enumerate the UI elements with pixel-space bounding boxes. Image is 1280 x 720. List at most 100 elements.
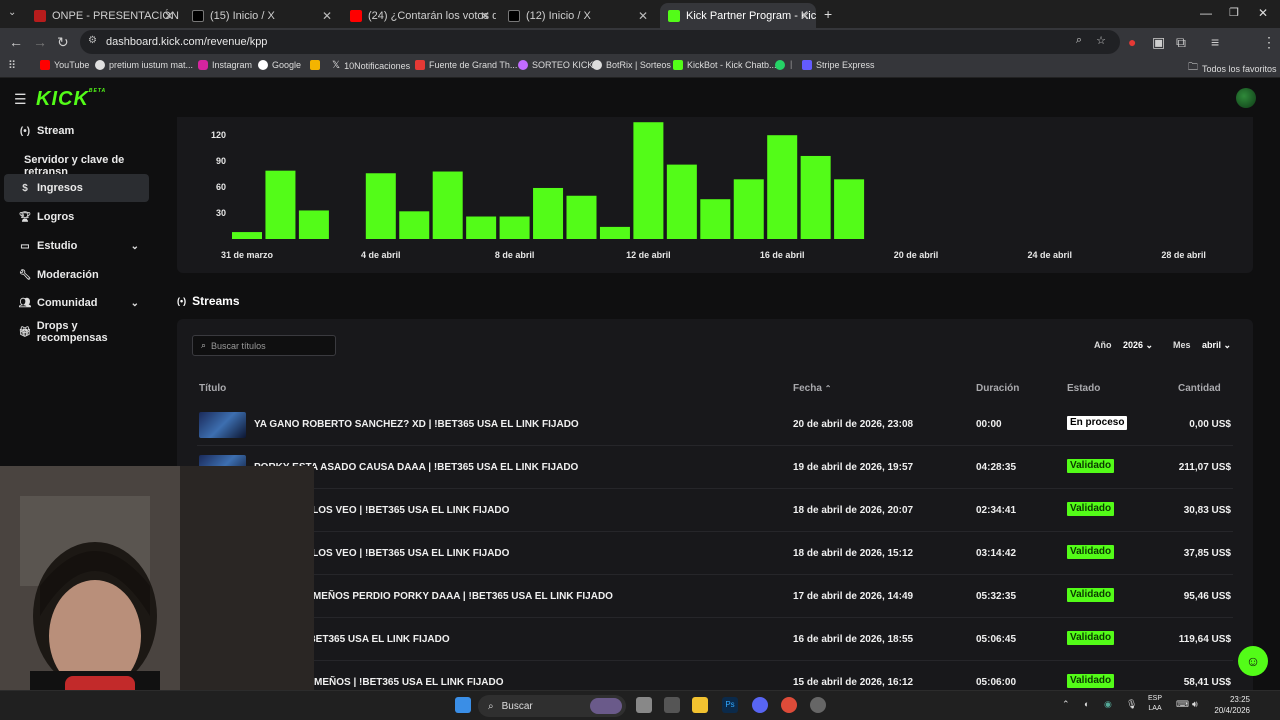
all-bookmarks-folder[interactable]: 🗀 Todos los favoritos (1188, 60, 1277, 77)
chevron-down-icon[interactable]: ⌄ (131, 298, 139, 309)
close-icon[interactable]: ✕ (322, 9, 332, 23)
chart-bar[interactable] (533, 187, 564, 239)
menu-icon[interactable]: ☰ (14, 91, 27, 108)
table-row[interactable]: LES VEO LEMEÑOS PERDIO PORKY DAAA | !BET… (197, 575, 1233, 618)
windows-start-icon[interactable] (455, 697, 471, 713)
new-tab-icon[interactable]: + (824, 6, 832, 22)
sidebar-item-logros[interactable]: 🏆︎ Logros (4, 203, 149, 231)
bookmark-stripe[interactable]: Stripe Express (802, 60, 875, 70)
tray-expand-icon[interactable]: ⌃ (1062, 699, 1070, 710)
language-indicator[interactable]: ESP LAA (1148, 694, 1162, 714)
chart-bar[interactable] (232, 232, 262, 239)
apps-grid-icon[interactable]: ⠿ (8, 59, 16, 72)
reload-icon[interactable]: ↻ (57, 34, 69, 51)
close-icon[interactable]: ✕ (638, 9, 648, 23)
sidebar-item-estudio[interactable]: ▭ Estudio ⌄ (4, 232, 149, 260)
help-chat-button[interactable]: ☺ (1238, 646, 1268, 676)
bookmark-google[interactable]: Google (258, 60, 301, 70)
taskbar-clock[interactable]: 23:25 20/4/2026 (1210, 694, 1250, 716)
sidebar-item-stream[interactable]: (•) Stream (4, 117, 149, 145)
sidebar-item-drops[interactable]: 🎁︎ Drops y recompensas (4, 318, 149, 346)
close-icon[interactable]: ✕ (800, 9, 810, 23)
chart-bar[interactable] (700, 199, 731, 239)
chart-bar[interactable] (298, 210, 329, 239)
bookmark-star-icon[interactable]: ☆ (1096, 34, 1106, 47)
bookmark-colorful-icon[interactable] (310, 60, 320, 70)
tab-x-2[interactable]: (12) Inicio / X ✕ (500, 3, 654, 28)
chart-bar[interactable] (633, 122, 664, 239)
extensions-puzzle-icon[interactable]: ⧉ (1176, 34, 1186, 51)
task-view-icon[interactable] (636, 697, 652, 713)
table-row[interactable]: SOSTADOS LOS VEO | !BET365 USA EL LINK F… (197, 489, 1233, 532)
whatsapp-icon[interactable] (775, 60, 785, 70)
tray-app-icon[interactable]: ◐ (1084, 699, 1089, 709)
bookmark-instagram[interactable]: Instagram (198, 60, 252, 70)
table-row[interactable]: LEMEÑO | !BET365 USA EL LINK FIJADO 16 de… (197, 618, 1233, 661)
zoom-icon[interactable]: ⌕ (1076, 34, 1082, 47)
chart-bar[interactable] (432, 171, 463, 239)
chart-bar[interactable] (566, 195, 597, 239)
photoshop-icon[interactable]: Ps (722, 697, 738, 713)
back-icon[interactable]: ← (9, 34, 23, 50)
bookmark-sorteo-kick[interactable]: SORTEO KICK (518, 60, 593, 70)
stream-thumbnail[interactable] (199, 412, 246, 438)
extension-icon[interactable]: ▣ (1152, 34, 1165, 51)
tab-search-icon[interactable]: ⌄ (8, 7, 16, 18)
bookmark-pretium[interactable]: pretium iustum mat... (95, 60, 193, 70)
kick-logo[interactable]: KICKBETA (36, 88, 106, 111)
close-window-icon[interactable]: ✕ (1258, 6, 1268, 20)
forward-icon[interactable]: → (33, 34, 47, 50)
microphone-icon[interactable]: 🎙︎ (1126, 699, 1137, 710)
restore-icon[interactable]: ❐ (1229, 6, 1239, 19)
user-avatar[interactable] (1236, 88, 1256, 108)
chart-bar[interactable] (834, 179, 865, 239)
address-bar[interactable]: ⚙ dashboard.kick.com/revenue/kpp ⌕ ☆ (80, 30, 1120, 54)
bookmark-botrix[interactable]: BotRix | Sorteos (592, 60, 671, 70)
sidebar-item-comunidad[interactable]: 👥︎ Comunidad ⌄ (4, 289, 149, 317)
column-date[interactable]: Fecha ⌃ (793, 383, 831, 394)
chart-bar[interactable] (265, 170, 296, 239)
bookmark-gta-fuente[interactable]: Fuente de Grand Th... (415, 60, 517, 70)
site-info-icon[interactable]: ⚙ (88, 35, 97, 46)
table-row[interactable]: SOSTADOS LOS VEO | !BET365 USA EL LINK F… (197, 532, 1233, 575)
extension-record-icon[interactable]: ● (1128, 34, 1136, 50)
file-explorer-icon[interactable] (692, 697, 708, 713)
network-icon[interactable]: ⌨ (1176, 699, 1189, 710)
stream-title[interactable]: YA GANO ROBERTO SANCHEZ? XD | !BET365 US… (254, 419, 579, 430)
year-select[interactable]: 2026 ⌄ (1123, 340, 1153, 351)
tab-x-1[interactable]: (15) Inicio / X ✕ (184, 3, 338, 28)
app-icon[interactable] (664, 697, 680, 713)
column-title[interactable]: Título (199, 383, 226, 394)
column-status[interactable]: Estado (1067, 383, 1100, 394)
tray-app-icon[interactable]: ◉ (1104, 699, 1112, 710)
chart-bar[interactable] (499, 216, 530, 239)
chart-bar[interactable] (666, 164, 697, 239)
tab-onpe[interactable]: ONPE - PRESENTACIÓN DE RES ✕ (26, 3, 180, 28)
column-duration[interactable]: Duración (976, 383, 1019, 394)
chevron-down-icon[interactable]: ⌄ (131, 241, 139, 252)
chart-bar[interactable] (800, 155, 831, 239)
sidebar-item-moderacion[interactable]: 🔧︎ Moderación (4, 261, 149, 289)
chart-bar[interactable] (599, 226, 630, 239)
minimize-icon[interactable]: — (1200, 6, 1212, 20)
chart-bar[interactable] (466, 216, 497, 239)
bookmark-10notificaciones[interactable]: 𝕏 10Notificaciones (332, 60, 410, 71)
close-icon[interactable]: ✕ (164, 9, 174, 23)
discord-icon[interactable] (752, 697, 768, 713)
bookmark-youtube[interactable]: YouTube (40, 60, 89, 70)
media-control-icon[interactable]: ≡ (1211, 34, 1219, 50)
chart-bar[interactable] (767, 135, 798, 239)
table-row[interactable]: YA GANO ROBERTO SANCHEZ? XD | !BET365 US… (197, 403, 1233, 446)
bookmark-kickbot[interactable]: KickBot - Kick Chatb... (673, 60, 777, 70)
tab-youtube[interactable]: (24) ¿Contarán los votos de act ✕ (342, 3, 496, 28)
search-titles-box[interactable]: ⌕ (192, 335, 336, 356)
steam-icon[interactable] (810, 697, 826, 713)
sidebar-item-ingresos[interactable]: $ Ingresos (4, 174, 149, 202)
search-titles-input[interactable] (211, 340, 327, 351)
chrome-icon[interactable] (781, 697, 797, 713)
chart-bar[interactable] (733, 179, 764, 239)
chart-bar[interactable] (365, 173, 396, 239)
volume-icon[interactable]: 🔊︎ (1192, 699, 1198, 710)
tab-kick[interactable]: Kick Partner Program - Kick Da ✕ (660, 3, 816, 28)
close-icon[interactable]: ✕ (480, 9, 490, 23)
